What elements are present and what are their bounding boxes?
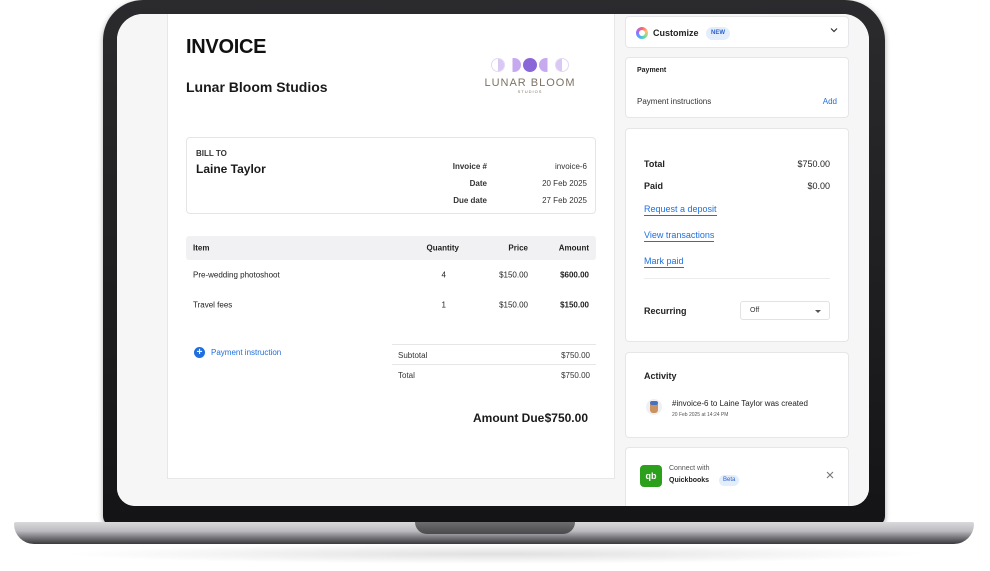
invoice-title: INVOICE — [186, 36, 267, 58]
payment-title: Payment — [637, 67, 667, 74]
meta-label: Due date — [453, 196, 487, 205]
bill-to-box: BILL TO Laine Taylor Invoice # invoice-6… — [186, 137, 596, 214]
customize-panel[interactable]: Customize NEW — [625, 16, 849, 48]
payment-panel: Payment Payment instructions Add — [625, 57, 849, 118]
summary-total-value: $750.00 — [797, 159, 830, 169]
bill-to-label: BILL TO — [196, 149, 227, 158]
business-name: Lunar Bloom Studios — [186, 79, 328, 95]
laptop-notch — [415, 522, 575, 534]
laptop-screen: INVOICE Lunar Bloom Studios LUNAR BLOOM … — [117, 14, 869, 506]
total-value: $750.00 — [561, 371, 590, 380]
beta-badge: Beta — [719, 475, 740, 486]
request-deposit-link[interactable]: Request a deposit — [644, 204, 717, 216]
caret-down-icon — [815, 310, 821, 313]
bill-to-name: Laine Taylor — [196, 162, 266, 176]
column-header-item: Item — [193, 243, 210, 253]
summary-panel: Total $750.00 Paid $0.00 Request a depos… — [625, 128, 849, 342]
item-quantity: 4 — [441, 270, 446, 280]
activity-time: 20 Feb 2025 at 14:24 PM — [672, 412, 729, 418]
new-badge: NEW — [706, 27, 730, 40]
summary-paid-row: Paid $0.00 — [644, 181, 830, 193]
meta-value: 27 Feb 2025 — [542, 196, 587, 205]
item-price: $150.00 — [499, 270, 528, 280]
meta-label: Date — [469, 179, 487, 188]
due-date-row: Due date 27 Feb 2025 — [407, 196, 587, 208]
logo-name: LUNAR BLOOM — [484, 77, 576, 89]
totals-block: Subtotal $750.00 Total $750.00 — [392, 344, 596, 384]
activity-title: Activity — [644, 371, 677, 381]
amount-due-value: $750.00 — [544, 411, 588, 425]
summary-paid-value: $0.00 — [807, 181, 830, 191]
meta-label: Invoice # — [452, 162, 487, 171]
column-header-price: Price — [508, 243, 528, 253]
line-items-table: Item Quantity Price Amount Pre-wedding p… — [186, 236, 596, 320]
column-header-quantity: Quantity — [426, 243, 459, 253]
logo-subtitle: STUDIOS — [517, 89, 543, 94]
customize-label: Customize — [653, 28, 699, 38]
table-header: Item Quantity Price Amount — [186, 236, 596, 260]
total-row: Total $750.00 — [392, 364, 596, 384]
summary-total-label: Total — [644, 159, 665, 169]
moon-phases-icon — [480, 58, 580, 74]
total-label: Total — [398, 371, 415, 380]
activity-panel: Activity #invoice-6 to Laine Taylor was … — [625, 352, 849, 438]
connect-label: Connect with — [669, 465, 710, 472]
add-payment-instructions-button[interactable]: Add — [823, 97, 837, 106]
summary-paid-label: Paid — [644, 181, 664, 191]
recurring-label: Recurring — [644, 306, 687, 316]
column-header-amount: Amount — [558, 243, 589, 253]
color-wheel-icon — [636, 27, 648, 39]
amount-due-label: Amount Due — [473, 411, 545, 425]
table-row[interactable]: Pre-wedding photoshoot 4 $150.00 $600.00 — [186, 260, 596, 290]
payment-instructions-label: Payment instructions — [637, 97, 712, 106]
add-payment-instruction-button[interactable]: + Payment instruction — [194, 347, 281, 358]
item-quantity: 1 — [441, 300, 446, 310]
meta-value: invoice-6 — [554, 162, 587, 171]
app-content: INVOICE Lunar Bloom Studios LUNAR BLOOM … — [117, 14, 869, 506]
item-price: $150.00 — [499, 300, 528, 310]
quickbooks-panel: qb Connect with Quickbooks Beta — [625, 447, 849, 506]
view-transactions-link[interactable]: View transactions — [644, 230, 715, 242]
table-row[interactable]: Travel fees 1 $150.00 $150.00 — [186, 290, 596, 320]
subtotal-value: $750.00 — [561, 351, 590, 360]
invoice-date-row: Date 20 Feb 2025 — [407, 179, 587, 191]
item-amount: $150.00 — [560, 300, 589, 310]
plus-circle-icon: + — [194, 347, 205, 358]
quickbooks-name[interactable]: Quickbooks — [669, 477, 709, 484]
quickbooks-icon: qb — [640, 465, 662, 487]
close-icon[interactable] — [826, 471, 834, 479]
item-amount: $600.00 — [560, 270, 589, 280]
laptop-shadow — [60, 544, 930, 564]
mark-paid-link[interactable]: Mark paid — [644, 256, 684, 268]
item-name: Pre-wedding photoshoot — [193, 270, 280, 280]
avatar — [646, 399, 662, 415]
invoice-number-row: Invoice # invoice-6 — [407, 162, 587, 174]
chevron-down-icon[interactable] — [830, 26, 838, 34]
payment-instruction-label: Payment instruction — [211, 348, 282, 357]
meta-value: 20 Feb 2025 — [542, 179, 587, 188]
subtotal-label: Subtotal — [398, 351, 428, 360]
recurring-value: Off — [750, 307, 760, 314]
subtotal-row: Subtotal $750.00 — [392, 344, 596, 364]
business-logo: LUNAR BLOOM STUDIOS — [480, 58, 580, 98]
item-name: Travel fees — [193, 300, 233, 310]
invoice-preview: INVOICE Lunar Bloom Studios LUNAR BLOOM … — [167, 14, 615, 479]
recurring-select[interactable]: Off — [740, 301, 830, 320]
divider — [644, 278, 830, 279]
activity-text: #invoice-6 to Laine Taylor was created — [672, 399, 808, 408]
summary-total-row: Total $750.00 — [644, 159, 830, 171]
